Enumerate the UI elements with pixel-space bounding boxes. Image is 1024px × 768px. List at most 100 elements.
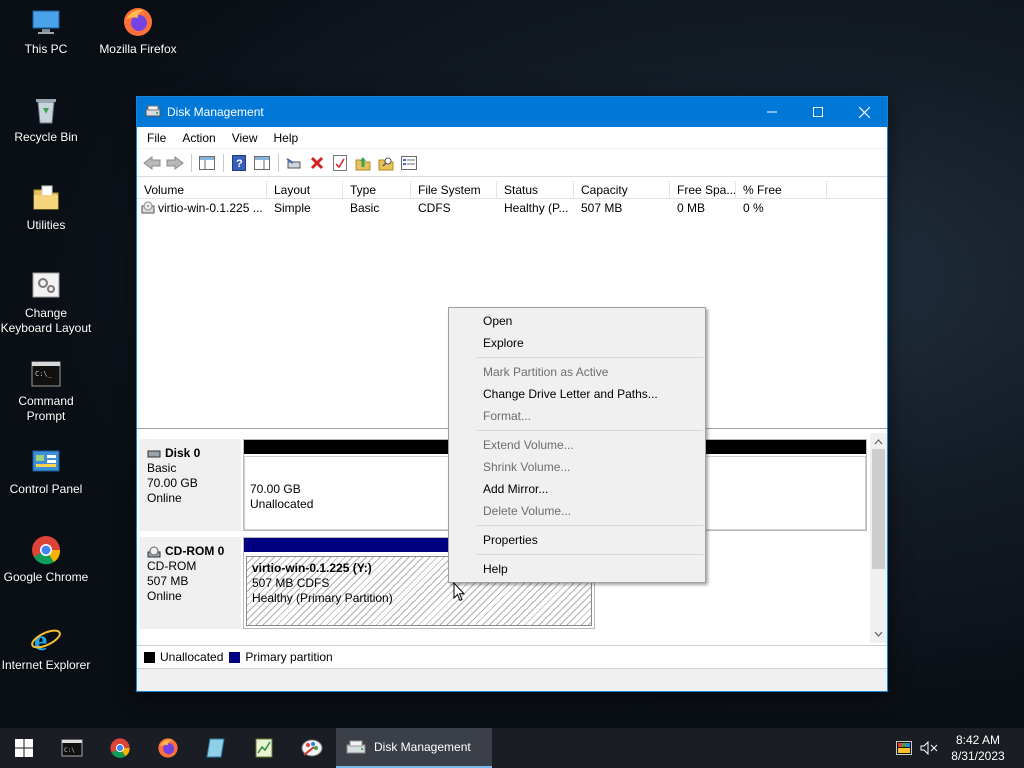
- toolbar-separator: [191, 153, 192, 172]
- internet-explorer-icon: e: [30, 622, 62, 657]
- back-arrow-icon: [143, 155, 161, 170]
- table-cell-file-system: CDFS: [418, 201, 451, 215]
- context-menu-open[interactable]: Open: [449, 310, 705, 332]
- desktop-icon-control-panel[interactable]: Control Panel: [0, 446, 92, 497]
- vertical-scrollbar[interactable]: [870, 433, 887, 643]
- menu-action[interactable]: Action: [174, 127, 223, 149]
- minimize-icon: [767, 111, 777, 113]
- desktop-icon-label: Change Keyboard Layout: [0, 306, 92, 335]
- desktop-icon-google-chrome[interactable]: Google Chrome: [0, 534, 92, 585]
- checklist-icon: [333, 154, 347, 171]
- menu-separator: [477, 554, 703, 555]
- toolbar-separator: [223, 153, 224, 172]
- table-cell-capacity: 507 MB: [581, 201, 623, 215]
- desktop-icon-internet-explorer[interactable]: e Internet Explorer: [0, 622, 92, 673]
- context-menu-properties[interactable]: Properties: [449, 529, 705, 551]
- context-menu-mark-active[interactable]: Mark Partition as Active: [449, 361, 705, 383]
- system-tray: 8:42 AM 8/31/2023: [892, 728, 1024, 768]
- properties-button[interactable]: [398, 152, 420, 174]
- folder-up-button[interactable]: [352, 152, 374, 174]
- partition-status: Healthy (Primary Partition): [252, 591, 393, 605]
- action-pane-icon: [254, 155, 270, 170]
- legend-swatch-primary: [229, 651, 241, 663]
- table-cell-type: Basic: [350, 201, 380, 215]
- context-menu-shrink-volume[interactable]: Shrink Volume...: [449, 456, 705, 478]
- help-button[interactable]: ?: [228, 152, 250, 174]
- connect-virtual-disk-button[interactable]: [283, 152, 305, 174]
- title-bar[interactable]: Disk Management: [137, 97, 887, 127]
- close-icon: [858, 106, 870, 118]
- close-button[interactable]: [841, 97, 887, 127]
- delete-button[interactable]: [306, 152, 328, 174]
- disk-name: CD-ROM 0: [165, 544, 225, 558]
- show-hide-console-tree-button[interactable]: [196, 152, 218, 174]
- taskbar-firefox[interactable]: [144, 728, 192, 768]
- windows-logo-icon: [15, 739, 33, 757]
- check-button[interactable]: [329, 152, 351, 174]
- context-menu-extend-volume[interactable]: Extend Volume...: [449, 434, 705, 456]
- context-menu-explore[interactable]: Explore: [449, 332, 705, 354]
- taskbar-active-label: Disk Management: [374, 740, 471, 754]
- tray-display-icon[interactable]: [892, 728, 916, 768]
- status-bar: [137, 669, 887, 691]
- maximize-icon: [813, 107, 823, 117]
- toolbar-separator: [278, 153, 279, 172]
- notepad-icon: [206, 738, 225, 758]
- console-tree-icon: [199, 155, 215, 170]
- taskbar-disk-management[interactable]: Disk Management: [336, 728, 492, 768]
- menu-file[interactable]: File: [139, 127, 174, 149]
- show-hide-action-pane-button[interactable]: [251, 152, 273, 174]
- column-header-percent-free[interactable]: % Free: [736, 181, 827, 198]
- start-button[interactable]: [0, 728, 48, 768]
- tray-volume-muted[interactable]: [916, 728, 942, 768]
- context-menu-format[interactable]: Format...: [449, 405, 705, 427]
- cdrom-0-label[interactable]: CD-ROM 0 CD-ROM 507 MB Online: [139, 537, 241, 629]
- legend-swatch-unallocated: [144, 651, 155, 663]
- clock-time: 8:42 AM: [955, 733, 1001, 747]
- column-header-capacity[interactable]: Capacity: [574, 181, 670, 198]
- minimize-button[interactable]: [749, 97, 795, 127]
- forward-button[interactable]: [164, 152, 186, 174]
- chrome-icon: [30, 534, 62, 566]
- column-header-type[interactable]: Type: [343, 181, 411, 198]
- disk-management-icon: [145, 104, 161, 120]
- folder-icon: [30, 182, 62, 214]
- desktop-icon-label: Google Chrome: [3, 570, 89, 584]
- desktop-icon-label: Internet Explorer: [1, 658, 91, 672]
- folder-search-button[interactable]: [375, 152, 397, 174]
- column-header-volume[interactable]: Volume: [137, 181, 267, 198]
- taskbar-chrome[interactable]: [96, 728, 144, 768]
- column-header-free-space[interactable]: Free Spa...: [670, 181, 736, 198]
- disk-0-label[interactable]: Disk 0 Basic 70.00 GB Online: [139, 439, 241, 531]
- disk-state: Online: [147, 491, 182, 505]
- column-header-layout[interactable]: Layout: [267, 181, 343, 198]
- desktop-icon-this-pc[interactable]: This PC: [0, 6, 92, 57]
- taskbar-clock[interactable]: 8:42 AM 8/31/2023: [942, 732, 1014, 764]
- column-header-file-system[interactable]: File System: [411, 181, 497, 198]
- scrollbar-thumb[interactable]: [872, 449, 885, 569]
- forward-arrow-icon: [166, 155, 184, 170]
- desktop-icon-utilities[interactable]: Utilities: [0, 182, 92, 233]
- menu-help[interactable]: Help: [266, 127, 307, 149]
- table-cell-status: Healthy (P...: [504, 201, 569, 215]
- context-menu-help[interactable]: Help: [449, 558, 705, 580]
- context-menu-change-drive-letter[interactable]: Change Drive Letter and Paths...: [449, 383, 705, 405]
- desktop-icon-recycle-bin[interactable]: Recycle Bin: [0, 94, 92, 145]
- desktop-icon-command-prompt[interactable]: C:\_ Command Prompt: [0, 358, 92, 424]
- menu-separator: [477, 357, 703, 358]
- desktop-icon-change-keyboard-layout[interactable]: Change Keyboard Layout: [0, 270, 92, 336]
- taskbar-command-prompt[interactable]: C:\: [48, 728, 96, 768]
- taskbar-notepad[interactable]: [192, 728, 240, 768]
- toolbar: ?: [137, 149, 887, 177]
- maximize-button[interactable]: [795, 97, 841, 127]
- column-header-status[interactable]: Status: [497, 181, 574, 198]
- context-menu-add-mirror[interactable]: Add Mirror...: [449, 478, 705, 500]
- command-prompt-icon: C:\: [61, 739, 83, 757]
- table-row[interactable]: virtio-win-0.1.225 ... Simple Basic CDFS…: [137, 199, 887, 217]
- taskbar-paint[interactable]: [288, 728, 336, 768]
- menu-view[interactable]: View: [224, 127, 266, 149]
- taskbar-task-manager[interactable]: [240, 728, 288, 768]
- back-button[interactable]: [141, 152, 163, 174]
- desktop-icon-firefox[interactable]: Mozilla Firefox: [92, 6, 184, 57]
- context-menu-delete-volume[interactable]: Delete Volume...: [449, 500, 705, 522]
